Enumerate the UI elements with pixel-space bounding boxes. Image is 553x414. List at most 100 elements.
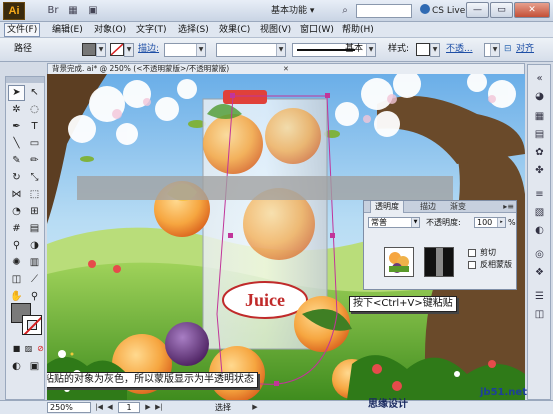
graphic-style-swatch[interactable] (416, 43, 430, 56)
line-tool-icon[interactable]: ╲ (8, 136, 25, 152)
artboards-panel-icon[interactable]: ◫ (531, 307, 548, 322)
help-search-input[interactable] (356, 4, 412, 18)
stroke-weight-field[interactable]: ▼ (164, 43, 206, 57)
fill-color-swatch[interactable] (82, 43, 96, 56)
tab-transparency[interactable]: 透明度 (370, 201, 404, 213)
invert-mask-checkbox[interactable] (468, 261, 476, 269)
artwork-thumbnail-image (385, 248, 413, 276)
bridge-icon[interactable]: Br (44, 4, 62, 18)
workspace-switcher[interactable]: 基本功能 ▾ (266, 4, 319, 18)
gradient-panel-icon[interactable]: ▧ (531, 205, 548, 220)
stroke-swatch[interactable] (22, 315, 42, 335)
blend-mode-value: 常普 (371, 218, 387, 227)
panel-tabs: 透明度 描边 渐变 ▸≡ (364, 201, 516, 213)
artboard-number-field[interactable]: 1 (118, 402, 140, 413)
swatches-panel-icon[interactable]: ▤ (531, 127, 548, 142)
tab-gradient[interactable]: 渐变 (446, 201, 470, 213)
menu-view[interactable]: 视图(V) (258, 23, 293, 37)
close-button[interactable]: ✕ (514, 2, 550, 18)
menu-type[interactable]: 文字(T) (134, 23, 169, 37)
brush-definition-dropdown[interactable]: 基本 ▼ (292, 43, 376, 57)
graphic-styles-panel-icon[interactable]: ❖ (531, 265, 548, 280)
screen-mode-icon[interactable]: ▣ (84, 4, 102, 18)
stroke-color-swatch[interactable] (110, 43, 124, 56)
opacity-panel-link[interactable]: 不透... (446, 44, 473, 55)
slice-tool-icon[interactable]: ⟋ (26, 272, 43, 288)
previous-artboard-icon[interactable]: ◀ (105, 402, 115, 413)
stroke-panel-link[interactable]: 描边: (138, 44, 159, 55)
direct-selection-tool-icon[interactable]: ↖ (26, 85, 43, 101)
blend-tool-icon[interactable]: ◑ (26, 238, 43, 254)
color-guide-icon[interactable]: ▦ (531, 109, 548, 124)
free-transform-tool-icon[interactable]: ⬚ (26, 187, 43, 203)
mask-thumbnail[interactable] (424, 247, 454, 277)
stroke-panel-icon[interactable]: ≡ (531, 187, 548, 202)
menu-object[interactable]: 对象(O) (92, 23, 128, 37)
arrange-documents-icon[interactable]: ▦ (64, 4, 82, 18)
variable-width-profile-dropdown[interactable]: ▼ (216, 43, 286, 57)
clip-checkbox[interactable] (468, 249, 476, 257)
transparency-panel: 透明度 描边 渐变 ▸≡ 常普 ▼ 不透明度: 100 ▸ % 剪切 反相蒙版 (363, 200, 517, 290)
symbols-panel-icon[interactable]: ✤ (531, 163, 548, 178)
pencil-tool-icon[interactable]: ✏ (26, 153, 43, 169)
type-tool-icon[interactable]: T (26, 119, 43, 135)
artboard-tool-icon[interactable]: ◫ (8, 272, 25, 288)
screen-mode-toggle-icon[interactable]: ▣ (26, 359, 43, 375)
gradient-tool-icon[interactable]: ▤ (26, 221, 43, 237)
mesh-tool-icon[interactable]: # (8, 221, 25, 237)
opacity-field[interactable]: ▼ (484, 43, 500, 57)
pasted-gray-object[interactable] (77, 176, 453, 200)
transparency-panel-icon[interactable]: ◐ (531, 223, 548, 238)
column-graph-tool-icon[interactable]: ▥ (26, 255, 43, 271)
color-panel-icon[interactable]: ◕ (531, 89, 548, 104)
first-artboard-icon[interactable]: |◀ (94, 402, 104, 413)
minimize-button[interactable]: — (466, 2, 489, 18)
magic-wand-tool-icon[interactable]: ✲ (8, 102, 25, 118)
eyedropper-tool-icon[interactable]: ⚲ (8, 238, 25, 254)
selection-tool-icon[interactable]: ➤ (8, 85, 25, 101)
menu-help[interactable]: 帮助(H) (340, 23, 376, 37)
shape-builder-tool-icon[interactable]: ◔ (8, 204, 25, 220)
close-document-icon[interactable]: ✕ (283, 64, 289, 74)
menu-select[interactable]: 选择(S) (176, 23, 211, 37)
menu-effect[interactable]: 效果(C) (217, 23, 252, 37)
menu-window[interactable]: 窗口(W) (298, 23, 336, 37)
search-icon[interactable]: ⌕ (336, 4, 354, 18)
chevron-down-icon: ▼ (430, 44, 439, 56)
artwork-thumbnail[interactable] (384, 247, 414, 277)
last-artboard-icon[interactable]: ▶| (154, 402, 164, 413)
rotate-tool-icon[interactable]: ↻ (8, 170, 25, 186)
status-menu-icon[interactable]: ▶ (250, 402, 260, 413)
lasso-tool-icon[interactable]: ◌ (26, 102, 43, 118)
rectangle-tool-icon[interactable]: ▭ (26, 136, 43, 152)
menu-file[interactable]: 文件(F) (4, 23, 41, 37)
align-icon[interactable]: ⊟ (504, 44, 512, 55)
tab-stroke[interactable]: 描边 (416, 201, 440, 213)
align-panel-link[interactable]: 对齐 (516, 44, 534, 55)
tools-panel-grip[interactable] (6, 77, 44, 83)
stroke-dropdown[interactable]: ▼ (124, 43, 134, 57)
draw-mode-icon[interactable]: ◐ (8, 359, 25, 375)
menu-edit[interactable]: 编辑(E) (50, 23, 85, 37)
collapse-panels-icon[interactable]: « (531, 71, 548, 86)
chevron-down-icon: ▼ (411, 218, 419, 227)
maximize-button[interactable]: ▭ (490, 2, 513, 18)
panel-menu-icon[interactable]: ▸≡ (503, 201, 514, 213)
brushes-panel-icon[interactable]: ✿ (531, 145, 548, 160)
symbol-sprayer-tool-icon[interactable]: ✺ (8, 255, 25, 271)
layers-panel-icon[interactable]: ☰ (531, 289, 548, 304)
document-tab[interactable]: 背景完成. ai* @ 250% (<不透明蒙版>/不透明蒙版) ✕ (47, 63, 525, 74)
zoom-level-field[interactable]: 250% (47, 402, 91, 413)
paintbrush-tool-icon[interactable]: ✎ (8, 153, 25, 169)
width-tool-icon[interactable]: ⋈ (8, 187, 25, 203)
graphic-style-dropdown[interactable]: ▼ (430, 43, 440, 57)
scale-tool-icon[interactable]: ⤡ (26, 170, 43, 186)
fill-dropdown[interactable]: ▼ (96, 43, 106, 57)
opacity-unit: % (508, 218, 516, 227)
perspective-grid-tool-icon[interactable]: ⊞ (26, 204, 43, 220)
blend-mode-select[interactable]: 常普 ▼ (368, 217, 420, 228)
pen-tool-icon[interactable]: ✒ (8, 119, 25, 135)
appearance-panel-icon[interactable]: ◎ (531, 247, 548, 262)
next-artboard-icon[interactable]: ▶ (143, 402, 153, 413)
opacity-input[interactable]: 100 ▸ (474, 217, 506, 228)
